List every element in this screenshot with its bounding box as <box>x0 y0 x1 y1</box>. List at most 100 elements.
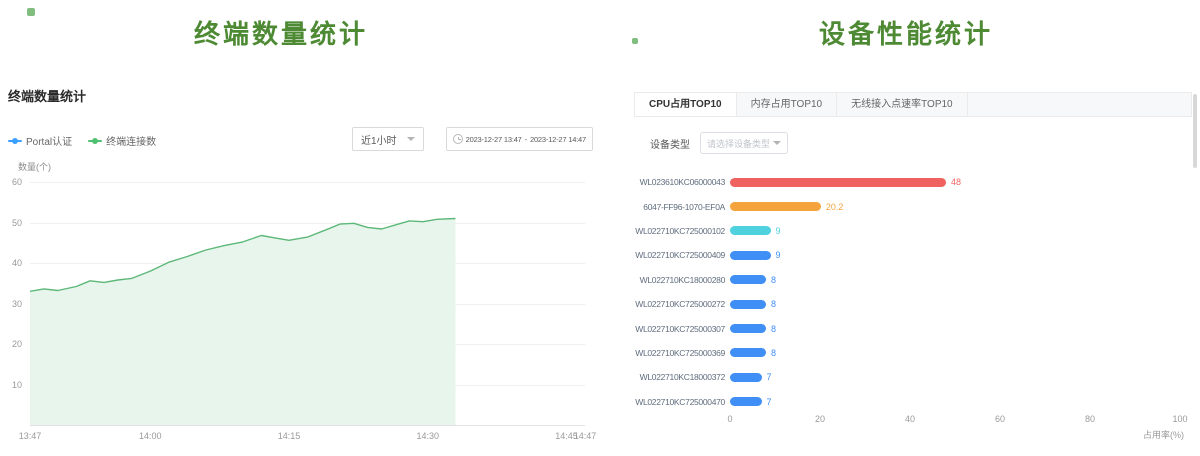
legend-dot-icon <box>12 138 18 144</box>
bar-value-label: 8 <box>771 299 776 309</box>
bar-value-label: 9 <box>776 226 781 236</box>
legend-label: Portal认证 <box>26 133 72 148</box>
legend-marker-icon <box>88 140 102 142</box>
decoration-mark-icon <box>632 38 638 44</box>
device-name-label: 6047-FF96-1070-EF0A <box>630 202 725 212</box>
legend-item[interactable]: 终端连接数 <box>88 133 156 148</box>
x-tick-label: 14:15 <box>278 431 301 441</box>
device-name-label: WL022710KC725000470 <box>630 397 725 407</box>
x-tick-label: 13:47 <box>19 431 42 441</box>
bar-track: 7 <box>730 397 1180 407</box>
bar-value-label: 48 <box>951 177 961 187</box>
bar[interactable] <box>730 251 771 260</box>
bar-track: 48 <box>730 177 1180 187</box>
x-axis-line <box>30 425 585 426</box>
x-tick-label: 80 <box>1085 414 1095 424</box>
scrollbar[interactable] <box>1193 94 1197 168</box>
bar-value-label: 8 <box>771 348 776 358</box>
y-tick-label: 40 <box>12 258 22 268</box>
terminal-count-panel: 终端数量统计 终端数量统计 Portal认证 终端连接数 近1小时 2023-12… <box>0 0 600 456</box>
page-title-left: 终端数量统计 <box>0 0 600 51</box>
bar-x-axis: 020406080100 <box>730 414 1180 426</box>
bar-row: WL023610KC0600004348 <box>630 170 1200 194</box>
bar-row: WL022710KC7250003698 <box>630 341 1200 365</box>
bar-value-label: 7 <box>767 372 772 382</box>
bar-track: 8 <box>730 348 1180 358</box>
device-name-label: WL022710KC725000272 <box>630 299 725 309</box>
clock-icon <box>453 134 463 144</box>
bar-row: WL022710KC725000409 9 <box>630 243 1200 267</box>
device-name-label: WL022710KC725000409 <box>630 250 725 260</box>
x-tick-label: 14:00 <box>139 431 162 441</box>
legend-dot-icon <box>92 138 98 144</box>
device-type-filter: 设备类型 请选择设备类型 <box>650 132 788 154</box>
bar[interactable] <box>730 226 771 235</box>
tab-3[interactable]: 无线接入点速率TOP10 <box>837 93 968 116</box>
bar-track: 20.2 <box>730 202 1180 212</box>
time-range-value: 近1小时 <box>361 132 397 147</box>
y-axis-label: 数量(个) <box>18 160 51 173</box>
device-type-select[interactable]: 请选择设备类型 <box>700 132 788 154</box>
bar-chart: WL023610KC0600004348 6047-FF96-1070-EF0A 2… <box>630 170 1200 414</box>
bar-track: 8 <box>730 324 1180 334</box>
legend-label: 终端连接数 <box>106 133 156 148</box>
y-tick-label: 50 <box>12 218 22 228</box>
y-tick-label: 60 <box>12 177 22 187</box>
device-performance-panel: 设备性能统计 CPU占用TOP10内存占用TOP10无线接入点速率TOP10 设… <box>630 0 1200 456</box>
y-tick-label: 20 <box>12 339 22 349</box>
page-title-right: 设备性能统计 <box>630 0 1200 51</box>
tab-1[interactable]: CPU占用TOP10 <box>635 93 737 116</box>
x-tick-label: 100 <box>1172 414 1187 424</box>
select-placeholder: 请选择设备类型 <box>707 137 770 150</box>
area-chart[interactable] <box>30 182 585 425</box>
x-tick-label: 20 <box>815 414 825 424</box>
bar-track: 9 <box>730 250 1180 260</box>
card-title: 终端数量统计 <box>8 86 86 105</box>
bar-track: 9 <box>730 226 1180 236</box>
time-range-select[interactable]: 近1小时 <box>352 127 424 151</box>
bar[interactable] <box>730 397 762 406</box>
x-tick-label: 0 <box>727 414 732 424</box>
bar-value-label: 9 <box>776 250 781 260</box>
bar-row: 6047-FF96-1070-EF0A 20.2 <box>630 194 1200 218</box>
date-start: 2023-12-27 13:47 <box>466 135 522 144</box>
legend-marker-icon <box>8 140 22 142</box>
x-tick-label: 14:47 <box>574 431 597 441</box>
x-tick-label: 40 <box>905 414 915 424</box>
bar[interactable] <box>730 178 946 187</box>
x-axis-ticks: 13:4714:0014:1514:3014:4514:47 <box>30 431 585 443</box>
bar[interactable] <box>730 300 766 309</box>
decoration-mark-icon <box>27 8 35 16</box>
bar[interactable] <box>730 275 766 284</box>
bar-row: WL022710KC725000470 7 <box>630 390 1200 414</box>
date-end: 2023-12-27 14:47 <box>530 135 586 144</box>
chart-legend: Portal认证 终端连接数 <box>8 133 156 148</box>
y-axis-ticks: 102030405060 <box>0 182 25 425</box>
bar-value-label: 8 <box>771 324 776 334</box>
bar[interactable] <box>730 202 821 211</box>
device-name-label: WL022710KC725000102 <box>630 226 725 236</box>
bar[interactable] <box>730 324 766 333</box>
bar-track: 8 <box>730 275 1180 285</box>
tab-2[interactable]: 内存占用TOP10 <box>737 93 838 116</box>
date-separator: - <box>525 135 527 144</box>
device-name-label: WL022710KC18000372 <box>630 372 725 382</box>
y-tick-label: 10 <box>12 380 22 390</box>
bar-row: WL022710KC725000307 8 <box>630 316 1200 340</box>
chevron-down-icon <box>407 137 415 141</box>
date-range-picker[interactable]: 2023-12-27 13:47 - 2023-12-27 14:47 <box>446 127 593 151</box>
bar-track: 7 <box>730 372 1180 382</box>
bar-value-label: 20.2 <box>826 202 844 212</box>
bar[interactable] <box>730 373 762 382</box>
bar[interactable] <box>730 348 766 357</box>
device-name-label: WL022710KC725000307 <box>630 324 725 334</box>
chevron-down-icon <box>773 141 781 145</box>
area-fill <box>30 219 456 426</box>
legend-item[interactable]: Portal认证 <box>8 133 72 148</box>
bar-value-label: 7 <box>767 397 772 407</box>
performance-tabs: CPU占用TOP10内存占用TOP10无线接入点速率TOP10 <box>634 92 1192 117</box>
bar-row: WL022710KC180002808 <box>630 268 1200 292</box>
bar-row: WL022710KC725000102 9 <box>630 219 1200 243</box>
x-tick-label: 14:30 <box>416 431 439 441</box>
x-tick-label: 60 <box>995 414 1005 424</box>
